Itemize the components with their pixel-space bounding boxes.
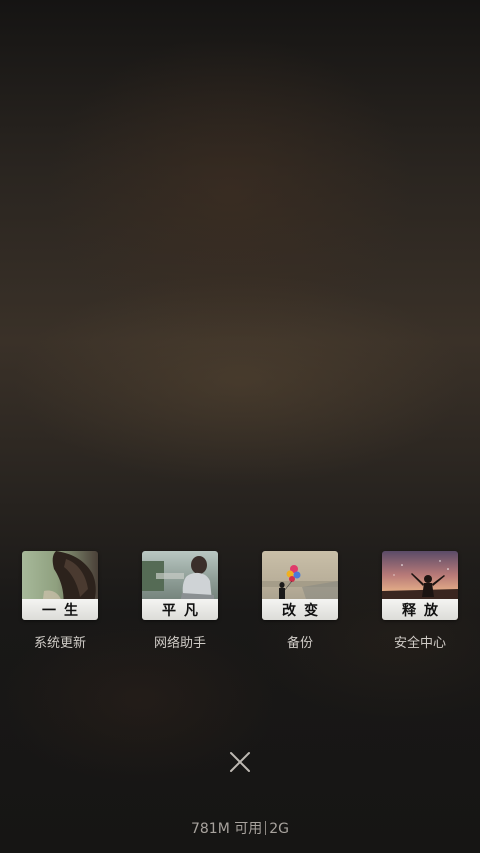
app-label: 安全中心 [393,636,446,651]
recent-app-security-center[interactable]: 释放 安全中心 [360,551,480,661]
close-icon [230,752,250,772]
thumbnail-caption: 平凡 [142,599,218,620]
recent-apps-row: 一生 系统更新 平凡 网络助手 改变 备份 释放 安全中心 [0,551,480,661]
thumbnail-caption: 一生 [22,599,98,620]
blurred-wallpaper-background [0,0,480,853]
memory-separator [265,821,267,835]
app-label: 系统更新 [33,636,86,651]
recent-app-system-update[interactable]: 一生 系统更新 [0,551,120,661]
memory-total: 2G [269,821,290,837]
app-thumbnail[interactable]: 平凡 [142,551,218,620]
recent-app-backup[interactable]: 改变 备份 [240,551,360,661]
app-label: 备份 [286,636,313,651]
app-thumbnail[interactable]: 改变 [262,551,338,620]
memory-available: 781M 可用 [190,821,263,837]
app-label: 网络助手 [153,636,206,651]
close-all-button[interactable] [225,747,255,777]
app-thumbnail[interactable]: 释放 [382,551,458,620]
thumbnail-caption: 释放 [382,599,458,620]
app-thumbnail[interactable]: 一生 [22,551,98,620]
recent-app-network-assistant[interactable]: 平凡 网络助手 [120,551,240,661]
memory-status: 781M 可用 2G [0,818,480,838]
thumbnail-caption: 改变 [262,599,338,620]
